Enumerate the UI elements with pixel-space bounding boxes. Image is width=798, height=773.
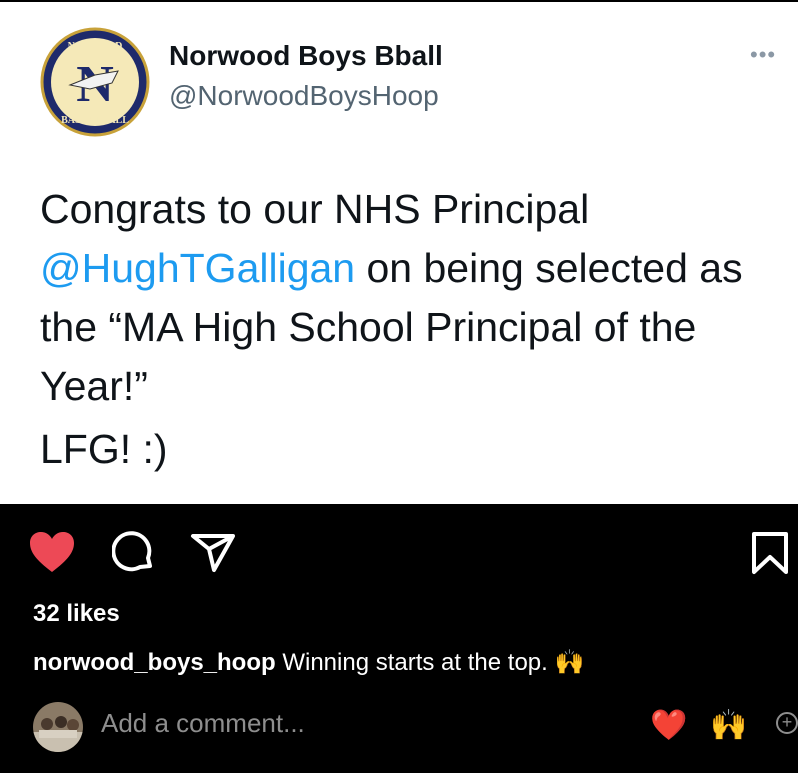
embedded-tweet: NORWOOD N BASKETBALL Norwood Boys Bball … bbox=[0, 0, 798, 504]
raised-hands-emoji: 🙌 bbox=[554, 649, 585, 676]
caption-username[interactable]: norwood_boys_hoop bbox=[33, 649, 276, 676]
post-caption: norwood_boys_hoop Winning starts at the … bbox=[33, 648, 584, 677]
add-emoji-icon[interactable]: + bbox=[776, 712, 798, 734]
comment-icon[interactable] bbox=[112, 530, 156, 574]
display-name[interactable]: Norwood Boys Bball bbox=[169, 40, 443, 72]
avatar[interactable] bbox=[33, 702, 83, 752]
likes-count[interactable]: 32 likes bbox=[33, 600, 120, 628]
tweet-text-line2: LFG! :) bbox=[40, 426, 168, 472]
logo-bottom-text: BASKETBALL bbox=[61, 115, 129, 126]
heart-emoji-button[interactable]: ❤️ bbox=[650, 708, 687, 743]
share-icon[interactable] bbox=[190, 532, 236, 574]
raised-hands-emoji-button[interactable]: 🙌 bbox=[710, 708, 747, 743]
logo-top-text: NORWOOD bbox=[68, 41, 123, 52]
norwood-basketball-logo[interactable]: NORWOOD N BASKETBALL bbox=[40, 27, 150, 137]
tweet-text: Congrats to our NHS Principal @HughTGall… bbox=[40, 180, 790, 416]
tweet-text-start: Congrats to our NHS Principal bbox=[40, 186, 590, 232]
bookmark-icon[interactable] bbox=[750, 530, 790, 576]
caption-text: Winning starts at the top. bbox=[275, 649, 555, 676]
heart-icon[interactable] bbox=[28, 530, 76, 574]
user-handle[interactable]: @NorwoodBoysHoop bbox=[169, 80, 439, 112]
comment-input[interactable]: Add a comment... bbox=[101, 708, 305, 739]
more-options-icon[interactable]: ••• bbox=[750, 42, 776, 68]
mention-link[interactable]: @HughTGalligan bbox=[40, 245, 355, 291]
